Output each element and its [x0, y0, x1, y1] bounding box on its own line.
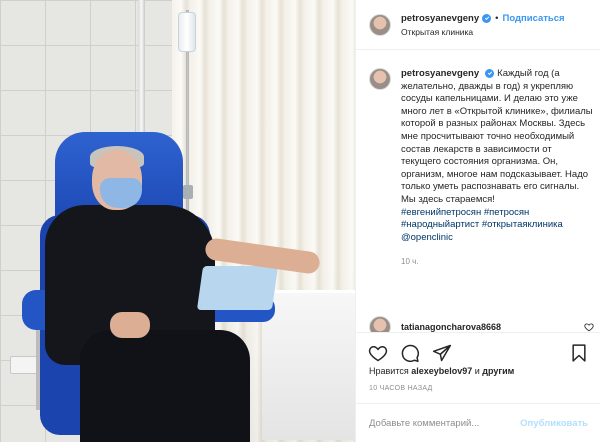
caption-username[interactable]: petrosyanevgeny: [401, 68, 479, 79]
add-comment-bar: Опубликовать: [356, 403, 600, 442]
header-username[interactable]: petrosyanevgeny: [401, 13, 479, 24]
comment-username[interactable]: tatianagoncharova8668: [401, 322, 501, 332]
comment-heart-icon[interactable]: [584, 322, 594, 332]
verified-badge-icon: [485, 68, 495, 78]
header-row: petrosyanevgeny • Подписаться: [401, 13, 565, 24]
location-link[interactable]: Открытая клиника: [401, 27, 565, 37]
caption: petrosyanevgeny Каждый год (а желательно…: [369, 68, 594, 269]
person-hand: [110, 312, 150, 338]
action-bar: [356, 332, 600, 363]
post-timestamp[interactable]: 10 ЧАСОВ НАЗАД: [369, 385, 433, 392]
iv-clamp: [183, 185, 193, 199]
towel: [196, 266, 279, 310]
likes-prefix: Нравится: [369, 366, 412, 376]
instagram-post: petrosyanevgeny • Подписаться Открытая к…: [0, 0, 600, 442]
person-legs: [80, 330, 250, 442]
bookmark-icon[interactable]: [569, 343, 589, 363]
add-comment-input[interactable]: [369, 417, 519, 429]
post-sidebar: petrosyanevgeny • Подписаться Открытая к…: [355, 0, 600, 442]
likes-user[interactable]: alexeybelov97: [411, 366, 472, 376]
share-icon[interactable]: [432, 343, 452, 363]
iv-bottle: [178, 12, 196, 52]
likes-suffix: и: [472, 366, 483, 376]
verified-badge-icon: [482, 13, 492, 23]
header-text: petrosyanevgeny • Подписаться Открытая к…: [401, 13, 565, 37]
comment-icon[interactable]: [400, 343, 420, 363]
post-time: 10 ч.: [401, 257, 419, 267]
post-header: petrosyanevgeny • Подписаться Открытая к…: [356, 0, 600, 50]
avatar[interactable]: [369, 68, 391, 90]
side-table: [262, 290, 355, 440]
post-photo[interactable]: [0, 0, 355, 442]
caption-text: Каждый год (а желательно, дважды в год) …: [401, 68, 593, 205]
caption-body: petrosyanevgeny Каждый год (а желательно…: [401, 68, 594, 269]
publish-button[interactable]: Опубликовать: [520, 418, 588, 429]
face-mask: [100, 178, 142, 208]
separator-dot: •: [495, 12, 499, 24]
avatar[interactable]: [369, 13, 391, 36]
caption-hashtags[interactable]: #евгенийпетросян #петросян #народныйарти…: [401, 207, 594, 245]
heart-icon[interactable]: [368, 343, 388, 363]
follow-button[interactable]: Подписаться: [502, 13, 564, 24]
likes-others[interactable]: другим: [482, 366, 514, 376]
likes-summary: Нравится alexeybelov97 и другим: [369, 366, 514, 376]
